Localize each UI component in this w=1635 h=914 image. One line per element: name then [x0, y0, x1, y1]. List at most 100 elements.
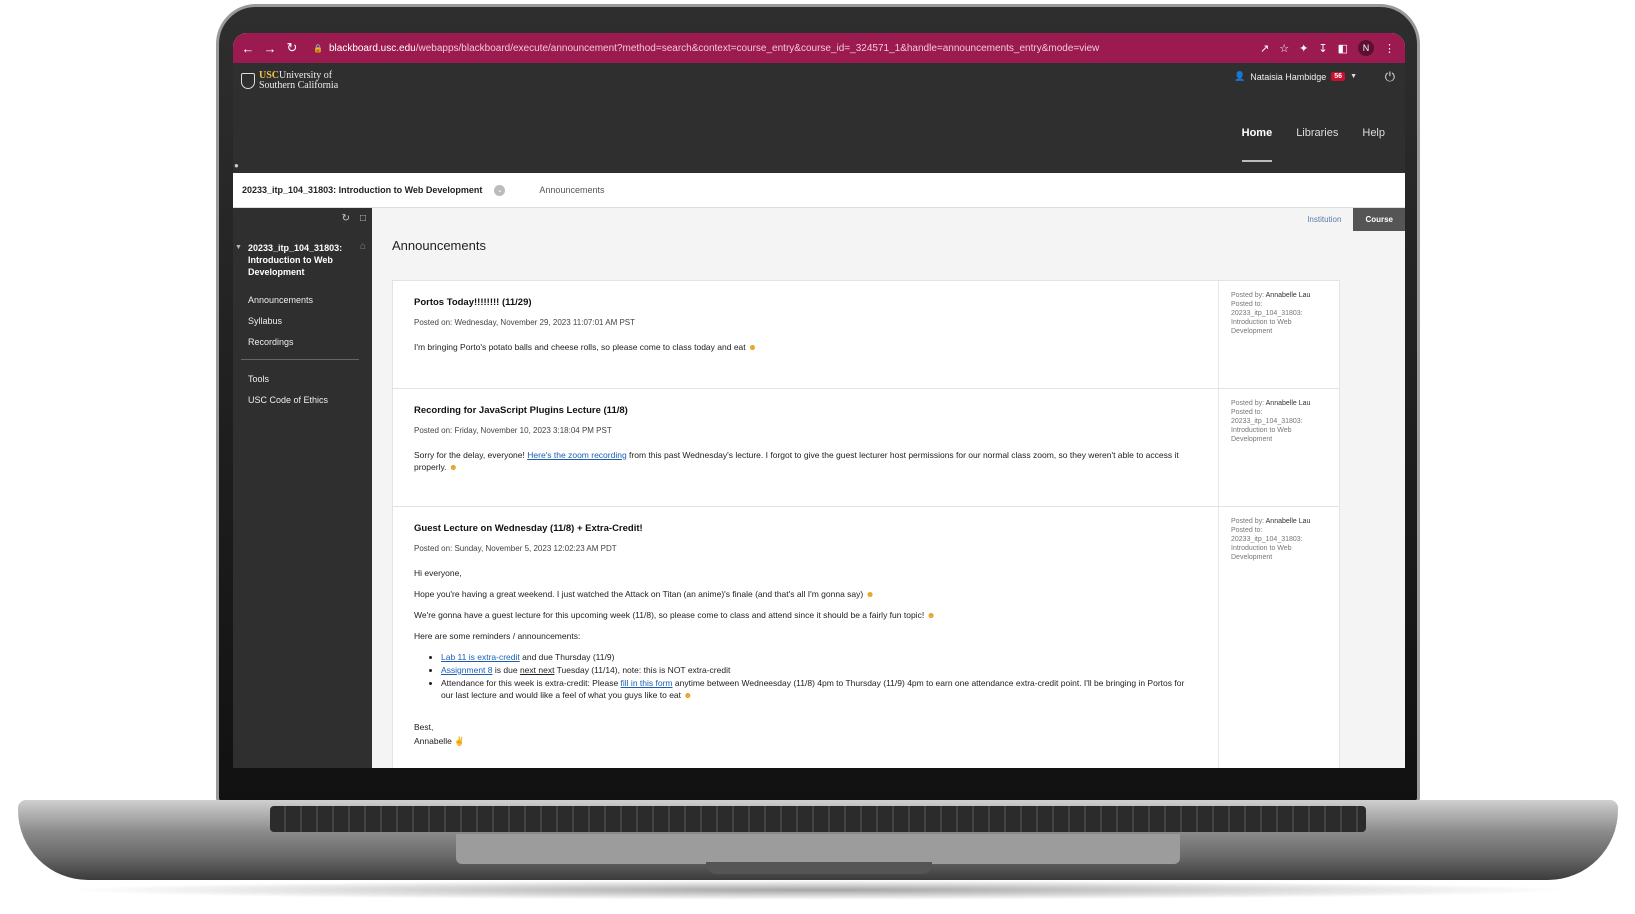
notification-badge: 56 — [1331, 72, 1346, 81]
sidebar-item-syllabus[interactable]: Syllabus — [248, 316, 282, 326]
course-menu: ↻ □ ▼ 20233_itp_104_31803: Introduction … — [233, 208, 372, 768]
back-icon[interactable]: ← — [237, 41, 259, 56]
posted-to-course: 20233_itp_104_31803: Introduction to Web… — [1231, 418, 1303, 443]
announcement-body: I'm bringing Porto's potato balls and ch… — [414, 341, 1198, 353]
announcement-title: Guest Lecture on Wednesday (11/8) + Extr… — [414, 523, 643, 534]
browser-extension-icons: ↗ ☆ ✦ ↧ ◧ N ⋮ — [1260, 40, 1395, 56]
emoji-icon: ☻ — [865, 589, 875, 599]
sidebar-course-title[interactable]: 20233_itp_104_31803: Introduction to Web… — [248, 242, 348, 278]
laptop-screen: ← → ↻ 🔒 blackboard.usc.edu/webapps/black… — [233, 33, 1405, 768]
logo-text: USCUniversity of Southern California — [259, 71, 338, 91]
sidebar-tools: ↻ □ — [342, 213, 366, 224]
menu-kebab-icon[interactable]: ⋮ — [1384, 42, 1395, 55]
list-item: Assignment 8 is due next next Tuesday (1… — [441, 664, 1198, 676]
sidebar-item-tools[interactable]: Tools — [248, 374, 269, 384]
nav-help[interactable]: Help — [1362, 127, 1385, 162]
user-name: Nataisia Hambidge — [1250, 71, 1327, 82]
attendance-form-link[interactable]: fill in this form — [621, 678, 673, 688]
posted-by-label: Posted by: — [1231, 292, 1265, 299]
posted-by-name: Annabelle Lau — [1265, 292, 1311, 299]
chevron-down-icon: ▼ — [1350, 73, 1357, 80]
list-item-text: Tuesday (11/14), note: this is NOT extra… — [556, 665, 731, 675]
reload-icon[interactable]: ↻ — [281, 40, 303, 56]
address-bar[interactable]: 🔒 blackboard.usc.edu/webapps/blackboard/… — [313, 43, 1260, 54]
tab-institution[interactable]: Institution — [1295, 208, 1353, 231]
share-icon[interactable]: ↗ — [1260, 42, 1269, 55]
breadcrumb-current: Announcements — [539, 185, 605, 195]
posted-to-course: 20233_itp_104_31803: Introduction to Web… — [1231, 310, 1303, 335]
logout-power-icon[interactable]: ⏻ — [1385, 69, 1395, 85]
nav-libraries[interactable]: Libraries — [1296, 127, 1338, 162]
nav-home[interactable]: Home — [1241, 127, 1273, 162]
laptop-shadow — [60, 880, 1576, 900]
logo-line2: Southern California — [259, 80, 339, 91]
smile-emoji-icon: ☻ — [683, 690, 693, 700]
announcement-greeting: Hi everyone, — [414, 568, 462, 578]
posted-to-label: Posted to: — [1231, 409, 1263, 416]
user-icon: 👤 — [1234, 71, 1246, 81]
assignment-8-link[interactable]: Assignment 8 — [441, 665, 493, 675]
forward-icon[interactable]: → — [259, 41, 281, 56]
chevron-down-icon[interactable]: ⌄ — [494, 184, 506, 196]
url-path: /webapps/blackboard/execute/announcement… — [415, 42, 1100, 54]
context-tabs: Institution Course — [1295, 208, 1405, 231]
posted-by-name: Annabelle Lau — [1265, 518, 1311, 525]
reminder-list: Lab 11 is extra-credit and due Thursday … — [441, 651, 1198, 701]
emoji-icon: ☻ — [926, 610, 936, 620]
folder-view-icon[interactable]: □ — [360, 213, 366, 224]
refresh-icon[interactable]: ↻ — [342, 213, 350, 224]
smile-emoji-icon: ☻ — [748, 342, 757, 352]
announcement-meta: Posted by: Annabelle Lau Posted to: 2023… — [1219, 281, 1339, 388]
usc-seal-icon — [241, 73, 255, 89]
smile-emoji-icon: ☻ — [448, 462, 458, 472]
profile-avatar[interactable]: N — [1358, 40, 1374, 56]
sidebar-divider — [241, 359, 359, 360]
puzzle-icon[interactable]: ✦ — [1299, 42, 1308, 55]
laptop-keyboard — [270, 806, 1366, 832]
usc-logo[interactable]: USCUniversity of Southern California — [241, 71, 338, 91]
announcement-list: Portos Today!!!!!!!! (11/29) Posted on: … — [392, 280, 1340, 768]
peace-hand-emoji-icon: ✌ — [454, 736, 465, 746]
home-icon[interactable]: ⌂ — [360, 241, 366, 252]
announcement-meta: Posted by: Annabelle Lau Posted to: 2023… — [1219, 389, 1339, 506]
announcement-body: Hi everyone, Hope you're having a great … — [414, 567, 1198, 747]
list-item-text: and due Thursday (11/9) — [522, 652, 615, 662]
main-content: Institution Course Announcements Portos … — [372, 208, 1405, 768]
signoff: Best, — [414, 722, 434, 732]
announcement-main: Guest Lecture on Wednesday (11/8) + Extr… — [393, 507, 1219, 768]
sidebar-item-code-of-ethics[interactable]: USC Code of Ethics — [248, 395, 328, 405]
zoom-recording-link[interactable]: Here's the zoom recording — [527, 450, 626, 460]
list-item: Lab 11 is extra-credit and due Thursday … — [441, 651, 1198, 663]
list-item-underline: next next — [519, 665, 555, 675]
announcement-date: Posted on: Friday, November 10, 2023 3:1… — [414, 426, 612, 435]
announcement-text: I'm bringing Porto's potato balls and ch… — [414, 342, 746, 352]
lab-11-link[interactable]: Lab 11 is extra-credit — [441, 652, 520, 662]
star-icon[interactable]: ☆ — [1279, 42, 1289, 55]
main-nav: Home Libraries Help — [1241, 127, 1385, 162]
sidepanel-icon[interactable]: ◧ — [1338, 42, 1348, 55]
sidebar-item-recordings[interactable]: Recordings — [248, 337, 294, 347]
laptop-trackpad — [456, 834, 1180, 864]
tab-course[interactable]: Course — [1353, 208, 1405, 231]
announcement-meta: Posted by: Annabelle Lau Posted to: 2023… — [1219, 507, 1339, 768]
posted-by-label: Posted by: — [1231, 518, 1265, 525]
announcement-date: Posted on: Wednesday, November 29, 2023 … — [414, 318, 636, 327]
download-icon[interactable]: ↧ — [1318, 42, 1327, 55]
url-host: blackboard.usc.edu — [328, 42, 416, 54]
breadcrumb: 20233_itp_104_31803: Introduction to Web… — [233, 173, 1405, 208]
announcement-title: Portos Today!!!!!!!! (11/29) — [414, 297, 532, 308]
pin-icon: ● — [234, 161, 239, 170]
list-item-text: Attendance for this week is extra-credit… — [441, 678, 619, 688]
posted-by-label: Posted by: — [1231, 400, 1265, 407]
signature: Annabelle — [414, 736, 452, 746]
announcement-date: Posted on: Sunday, November 5, 2023 12:0… — [414, 544, 617, 553]
announcement-text: We're gonna have a guest lecture for thi… — [414, 610, 925, 620]
posted-to-label: Posted to: — [1231, 301, 1263, 308]
sidebar-item-announcements[interactable]: Announcements — [248, 295, 313, 305]
announcement-body: Sorry for the delay, everyone! Here's th… — [414, 449, 1198, 473]
site-header: USCUniversity of Southern California 👤 N… — [233, 63, 1405, 173]
collapse-triangle-icon[interactable]: ▼ — [235, 244, 242, 251]
breadcrumb-course[interactable]: 20233_itp_104_31803: Introduction to Web… — [242, 185, 482, 195]
announcement-title: Recording for JavaScript Plugins Lecture… — [414, 405, 628, 416]
user-menu[interactable]: 👤 Nataisia Hambidge 56 ▼ — [1234, 71, 1357, 82]
